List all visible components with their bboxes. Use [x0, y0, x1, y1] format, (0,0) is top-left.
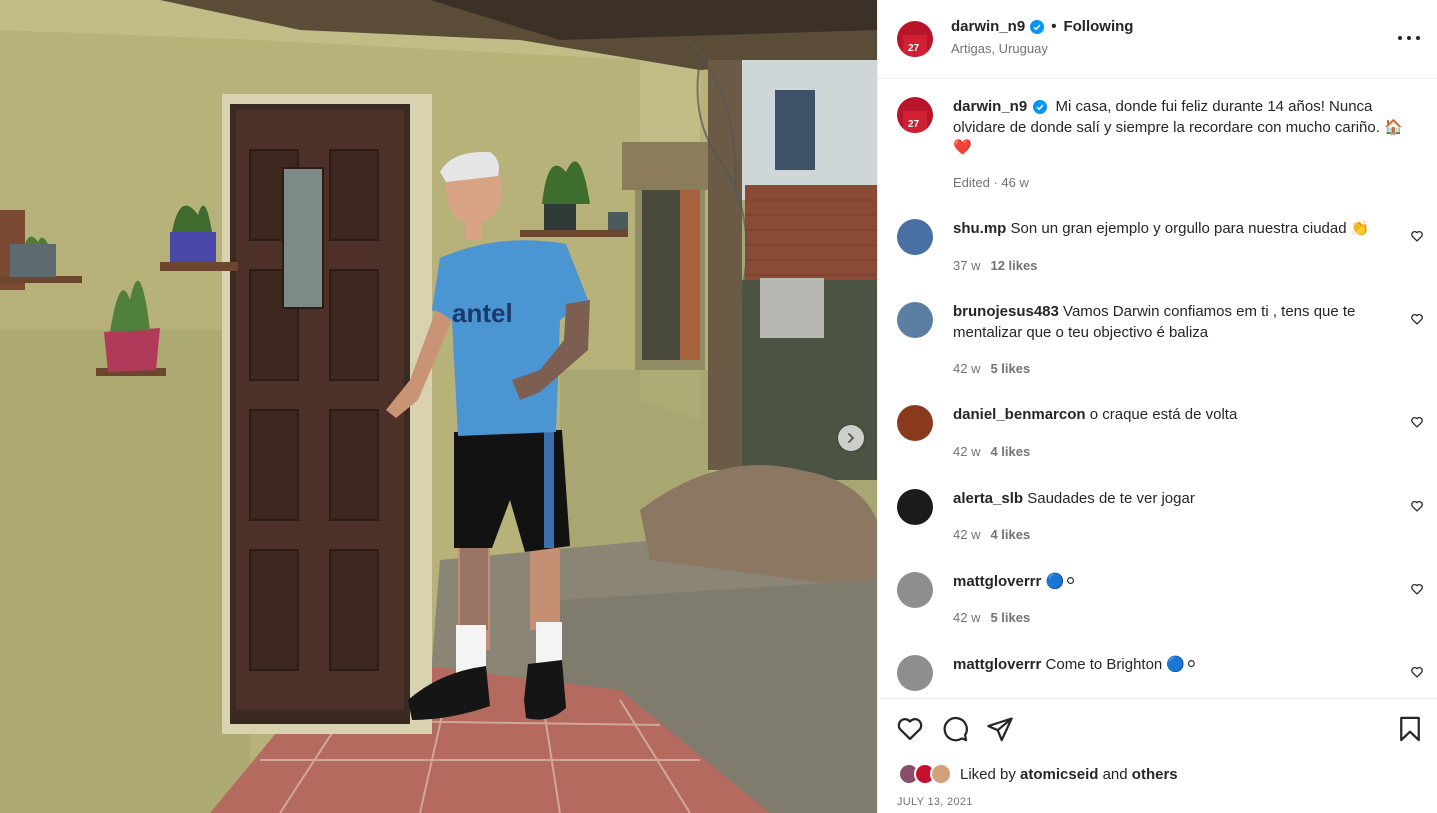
- comment-likes[interactable]: 5 likes: [990, 610, 1030, 625]
- comment-likes[interactable]: 12 likes: [990, 258, 1037, 273]
- separator-dot: •: [1051, 18, 1057, 35]
- comment-age: 42 w: [953, 527, 981, 542]
- post-date[interactable]: JULY 13, 2021: [897, 796, 973, 808]
- instagram-post-view: antel 27 darwin_n9 • Following Artigas, …: [0, 0, 1437, 813]
- comment-age: 42 w: [953, 610, 981, 625]
- comment-body: o craque está de volta: [1089, 406, 1238, 423]
- comment-username[interactable]: daniel_benmarcon: [953, 406, 1086, 423]
- commenter-avatar[interactable]: [897, 219, 933, 255]
- commenter-avatar[interactable]: [897, 655, 933, 691]
- heart-icon[interactable]: [1410, 415, 1424, 429]
- comment-age: 42 w: [953, 361, 981, 376]
- comment-text: mattgloverrr Come to Brighton 🔵⚪: [953, 655, 1403, 676]
- comment-body: Son un gran ejemplo y orgullo para nuest…: [1010, 220, 1370, 237]
- following-button[interactable]: Following: [1063, 18, 1133, 35]
- author-avatar[interactable]: 27: [897, 97, 933, 133]
- liked-by-user[interactable]: atomicseid: [1020, 766, 1098, 783]
- comment-likes[interactable]: 5 likes: [990, 361, 1030, 376]
- comment-username[interactable]: shu.mp: [953, 220, 1006, 237]
- next-photo-button[interactable]: [838, 425, 864, 451]
- post-photo[interactable]: antel: [0, 0, 877, 813]
- svg-text:antel: antel: [452, 298, 513, 328]
- comment-username[interactable]: mattgloverrr: [953, 656, 1041, 673]
- liker-avatars[interactable]: [898, 763, 952, 785]
- more-options-button[interactable]: [1398, 30, 1420, 46]
- comments-list[interactable]: 27 darwin_n9 Mi casa, donde fui feliz du…: [878, 80, 1437, 698]
- comment-body: Saudades de te ver jogar: [1027, 490, 1195, 507]
- comment-username[interactable]: alerta_slb: [953, 490, 1023, 507]
- post-side-panel: 27 darwin_n9 • Following Artigas, Urugua…: [877, 0, 1437, 813]
- send-icon[interactable]: [986, 715, 1014, 743]
- caption-text: darwin_n9 Mi casa, donde fui feliz duran…: [953, 97, 1403, 159]
- photo-illustration: antel: [0, 0, 877, 813]
- comment-text: alerta_slb Saudades de te ver jogar: [953, 489, 1403, 510]
- comment-age: 42 w: [953, 444, 981, 459]
- author-avatar[interactable]: 27: [897, 21, 933, 57]
- caption-meta: Edited · 46 w: [953, 175, 1029, 190]
- verified-badge-icon: [1030, 19, 1045, 34]
- comment-username[interactable]: brunojesus483: [953, 303, 1059, 320]
- heart-icon[interactable]: [1410, 229, 1424, 243]
- verified-badge-icon: [1033, 100, 1048, 115]
- chevron-right-icon: [848, 433, 855, 443]
- svg-text:27: 27: [908, 43, 920, 54]
- author-line: darwin_n9 • Following: [951, 18, 1133, 35]
- commenter-avatar[interactable]: [897, 489, 933, 525]
- comment-body: Come to Brighton 🔵⚪: [1045, 656, 1198, 673]
- liked-by-prefix: Liked by: [960, 765, 1016, 783]
- svg-text:27: 27: [908, 119, 920, 130]
- comment-text: brunojesus483 Vamos Darwin confiamos em …: [953, 302, 1403, 343]
- liked-by-others[interactable]: others: [1132, 766, 1178, 783]
- more-options-icon: [1398, 36, 1402, 40]
- post-header: 27 darwin_n9 • Following Artigas, Urugua…: [878, 0, 1437, 79]
- bookmark-icon[interactable]: [1396, 715, 1424, 743]
- post-actions: Liked by atomicseid and others JULY 13, …: [878, 698, 1437, 813]
- comment-text: shu.mp Son un gran ejemplo y orgullo par…: [953, 219, 1403, 240]
- author-avatar-image: 27: [897, 97, 933, 133]
- caption-username[interactable]: darwin_n9: [953, 98, 1027, 115]
- comment-meta: 42 w 4 likes: [953, 444, 1030, 459]
- liked-by-line: Liked by atomicseid and others: [898, 763, 1178, 785]
- comment-text: daniel_benmarcon o craque está de volta: [953, 405, 1403, 426]
- liked-by-and: and: [1102, 765, 1128, 783]
- heart-icon[interactable]: [1410, 665, 1424, 679]
- post-location[interactable]: Artigas, Uruguay: [951, 41, 1048, 56]
- comment-likes[interactable]: 4 likes: [990, 444, 1030, 459]
- liker-avatar: [930, 763, 952, 785]
- comment-likes[interactable]: 4 likes: [990, 527, 1030, 542]
- comment-body: 🔵⚪: [1045, 573, 1077, 590]
- comment-age: 37 w: [953, 258, 981, 273]
- comment-meta: 42 w 5 likes: [953, 610, 1030, 625]
- commenter-avatar[interactable]: [897, 302, 933, 338]
- comment-meta: 42 w 5 likes: [953, 361, 1030, 376]
- comment-text: mattgloverrr 🔵⚪: [953, 572, 1403, 593]
- commenter-avatar[interactable]: [897, 405, 933, 441]
- comment-meta: 42 w 4 likes: [953, 527, 1030, 542]
- heart-icon[interactable]: [1410, 312, 1424, 326]
- author-avatar-image: 27: [897, 21, 933, 57]
- author-username[interactable]: darwin_n9: [951, 18, 1025, 35]
- heart-icon[interactable]: [1410, 499, 1424, 513]
- comment-meta: 37 w 12 likes: [953, 258, 1037, 273]
- commenter-avatar[interactable]: [897, 572, 933, 608]
- comment-username[interactable]: mattgloverrr: [953, 573, 1041, 590]
- heart-icon[interactable]: [896, 715, 924, 743]
- heart-icon[interactable]: [1410, 582, 1424, 596]
- comment-icon[interactable]: [941, 715, 969, 743]
